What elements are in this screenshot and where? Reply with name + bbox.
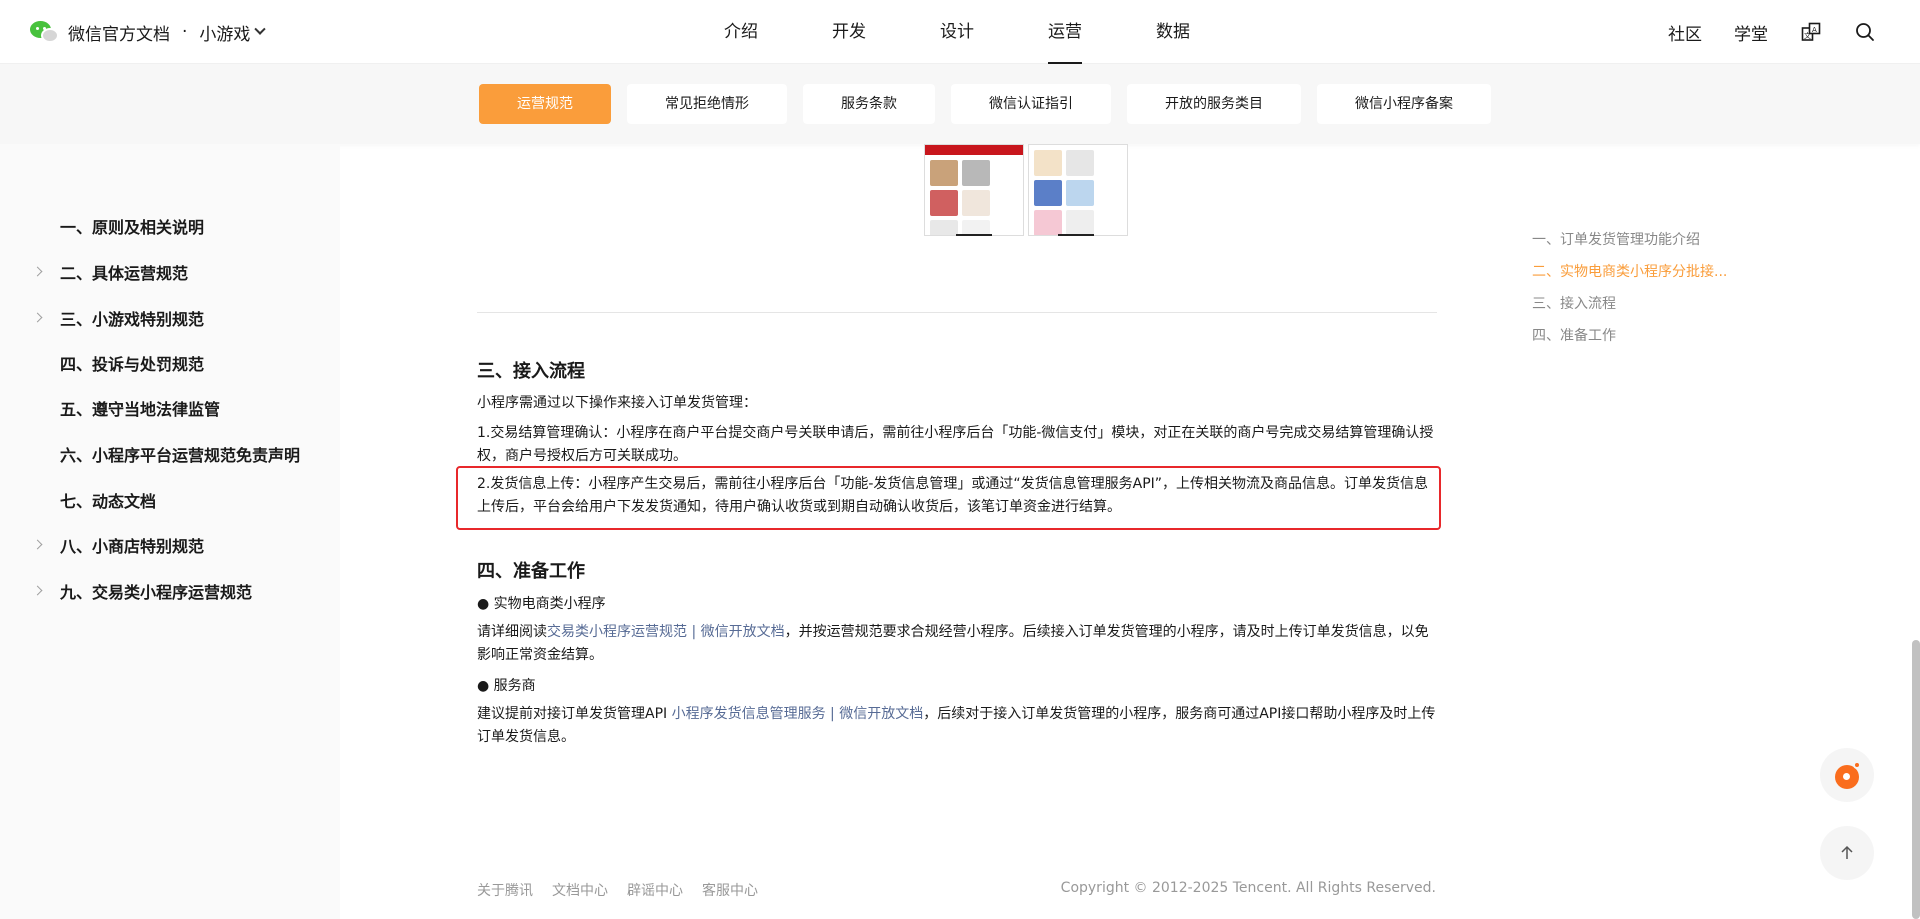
sidebar-item-label: 四、投诉与处罚规范 xyxy=(60,355,205,374)
section-heading-preparation: 四、准备工作 xyxy=(477,561,585,582)
brand-separator: · xyxy=(182,22,188,42)
preparation-paragraph-1: 请详细阅读交易类小程序运营规范 | 微信开放文档，并按运营规范要求合规经营小程序… xyxy=(477,621,1437,667)
table-of-contents: 一、订单发货管理功能介绍 二、实物电商类小程序分批接... 三、接入流程 四、准… xyxy=(1532,228,1752,356)
main-nav: 介绍 开发 设计 运营 数据 xyxy=(700,0,1190,64)
tab-open-service-categories[interactable]: 开放的服务类目 xyxy=(1127,84,1301,124)
toc-item-ecommerce-rollout[interactable]: 二、实物电商类小程序分批接... xyxy=(1532,260,1752,292)
tab-terms-of-service[interactable]: 服务条款 xyxy=(803,84,935,124)
nav-intro[interactable]: 介绍 xyxy=(724,0,758,64)
nav-operations[interactable]: 运营 xyxy=(1048,0,1082,64)
section-heading-integration: 三、接入流程 xyxy=(477,361,585,382)
sidebar-item-label: 六、小程序平台运营规范免责声明 xyxy=(60,446,301,465)
sidebar-item-label: 一、原则及相关说明 xyxy=(60,218,205,237)
bullet-ecommerce: ● 实物电商类小程序 xyxy=(477,596,606,612)
chevron-right-icon xyxy=(32,585,43,596)
section-switcher[interactable]: 小游戏 xyxy=(199,20,267,45)
sidebar-item-operation-rules[interactable]: 二、具体运营规范 xyxy=(0,252,340,292)
back-to-top-button[interactable] xyxy=(1820,826,1874,880)
tab-wechat-verification[interactable]: 微信认证指引 xyxy=(951,84,1111,124)
sidebar-item-dynamic-docs[interactable]: 七、动态文档 xyxy=(0,480,340,520)
integration-step-1: 1.交易结算管理确认：小程序在商户平台提交商户号关联申请后，需前往小程序后台「功… xyxy=(477,425,1434,464)
bullet-service-provider: ● 服务商 xyxy=(477,678,536,694)
sidebar-item-principles[interactable]: 一、原则及相关说明 xyxy=(0,206,340,246)
sidebar-item-mini-shop[interactable]: 八、小商店特别规范 xyxy=(0,525,340,565)
screenshot-preview xyxy=(924,144,1129,238)
translate-icon[interactable]: A 文 xyxy=(1800,21,1822,43)
search-icon[interactable] xyxy=(1854,21,1876,43)
footer-link-rumors[interactable]: 辟谣中心 xyxy=(627,880,683,900)
sidebar-item-label: 三、小游戏特别规范 xyxy=(60,310,205,329)
top-navbar: 微信官方文档 · 小游戏 介绍 开发 设计 运营 数据 社区 学堂 A 文 xyxy=(0,0,1920,64)
text: 建议提前对接订单发货管理API xyxy=(477,706,672,722)
footer-links: 关于腾讯 文档中心 辟谣中心 客服中心 xyxy=(477,880,777,900)
sidebar-item-label: 五、遵守当地法律监管 xyxy=(60,400,221,419)
preparation-paragraph-2: 建议提前对接订单发货管理API 小程序发货信息管理服务 | 微信开放文档，后续对… xyxy=(477,703,1437,749)
academy-link[interactable]: 学堂 xyxy=(1734,20,1768,45)
right-nav: 社区 学堂 A 文 xyxy=(1636,0,1876,64)
sidebar-item-transaction-rules[interactable]: 九、交易类小程序运营规范 xyxy=(0,571,340,611)
text: 请详细阅读 xyxy=(477,624,547,640)
chevron-right-icon xyxy=(32,266,43,277)
toc-item-preparation[interactable]: 四、准备工作 xyxy=(1532,324,1752,356)
integration-step-2: 2.发货信息上传：小程序产生交易后，需前往小程序后台「功能-发货信息管理」或通过… xyxy=(477,476,1429,515)
arrow-up-icon xyxy=(1841,845,1853,859)
footer-link-about[interactable]: 关于腾讯 xyxy=(477,880,533,900)
community-link[interactable]: 社区 xyxy=(1668,20,1702,45)
footer-link-support[interactable]: 客服中心 xyxy=(702,880,758,900)
nav-data[interactable]: 数据 xyxy=(1156,0,1190,64)
sidebar-item-label: 八、小商店特别规范 xyxy=(60,537,205,556)
tab-operation-rules[interactable]: 运营规范 xyxy=(479,84,611,124)
sidebar-item-disclaimer[interactable]: 六、小程序平台运营规范免责声明 xyxy=(0,434,340,474)
sidebar-item-minigame-rules[interactable]: 三、小游戏特别规范 xyxy=(0,298,340,338)
shipping-api-link[interactable]: 小程序发货信息管理服务 | 微信开放文档 xyxy=(672,706,924,722)
wechat-logo-icon xyxy=(28,18,62,46)
copyright: Copyright © 2012-2025 Tencent. All Right… xyxy=(1060,880,1436,896)
phone-screenshot-right xyxy=(1028,144,1128,236)
sidebar-item-local-law[interactable]: 五、遵守当地法律监管 xyxy=(0,388,340,428)
section-divider xyxy=(477,312,1437,313)
section-switcher-label: 小游戏 xyxy=(199,24,251,45)
transaction-rules-link[interactable]: 交易类小程序运营规范 | 微信开放文档 xyxy=(547,624,785,640)
sub-tabs: 运营规范 常见拒绝情形 服务条款 微信认证指引 开放的服务类目 微信小程序备案 xyxy=(479,84,1507,124)
sidebar-item-label: 七、动态文档 xyxy=(60,492,157,511)
footer-link-docs[interactable]: 文档中心 xyxy=(552,880,608,900)
assistant-button[interactable] xyxy=(1820,748,1874,802)
svg-text:A: A xyxy=(1812,26,1817,34)
brand[interactable]: 微信官方文档 · 小游戏 xyxy=(28,17,267,47)
sidebar-item-label: 九、交易类小程序运营规范 xyxy=(60,583,253,602)
assistant-icon xyxy=(1833,761,1861,789)
left-sidebar: 一、原则及相关说明 二、具体运营规范 三、小游戏特别规范 四、投诉与处罚规范 五… xyxy=(0,144,340,919)
toc-item-integration[interactable]: 三、接入流程 xyxy=(1532,292,1752,324)
svg-text:文: 文 xyxy=(1804,31,1811,40)
tab-common-rejections[interactable]: 常见拒绝情形 xyxy=(627,84,787,124)
chevron-right-icon xyxy=(32,312,43,323)
toc-item-feature-intro[interactable]: 一、订单发货管理功能介绍 xyxy=(1532,228,1752,260)
chevron-right-icon xyxy=(32,539,43,550)
phone-screenshot-left xyxy=(924,144,1024,236)
sidebar-item-complaints[interactable]: 四、投诉与处罚规范 xyxy=(0,343,340,383)
nav-design[interactable]: 设计 xyxy=(940,0,974,64)
chevron-down-icon xyxy=(254,23,267,35)
nav-develop[interactable]: 开发 xyxy=(832,0,866,64)
tab-miniprogram-filing[interactable]: 微信小程序备案 xyxy=(1317,84,1491,124)
integration-intro: 小程序需通过以下操作来接入订单发货管理： xyxy=(477,395,757,411)
page-scrollbar-thumb[interactable] xyxy=(1912,640,1920,919)
sub-tab-bar: 运营规范 常见拒绝情形 服务条款 微信认证指引 开放的服务类目 微信小程序备案 xyxy=(0,64,1920,144)
brand-title: 微信官方文档 xyxy=(68,24,170,45)
sidebar-item-label: 二、具体运营规范 xyxy=(60,264,189,283)
